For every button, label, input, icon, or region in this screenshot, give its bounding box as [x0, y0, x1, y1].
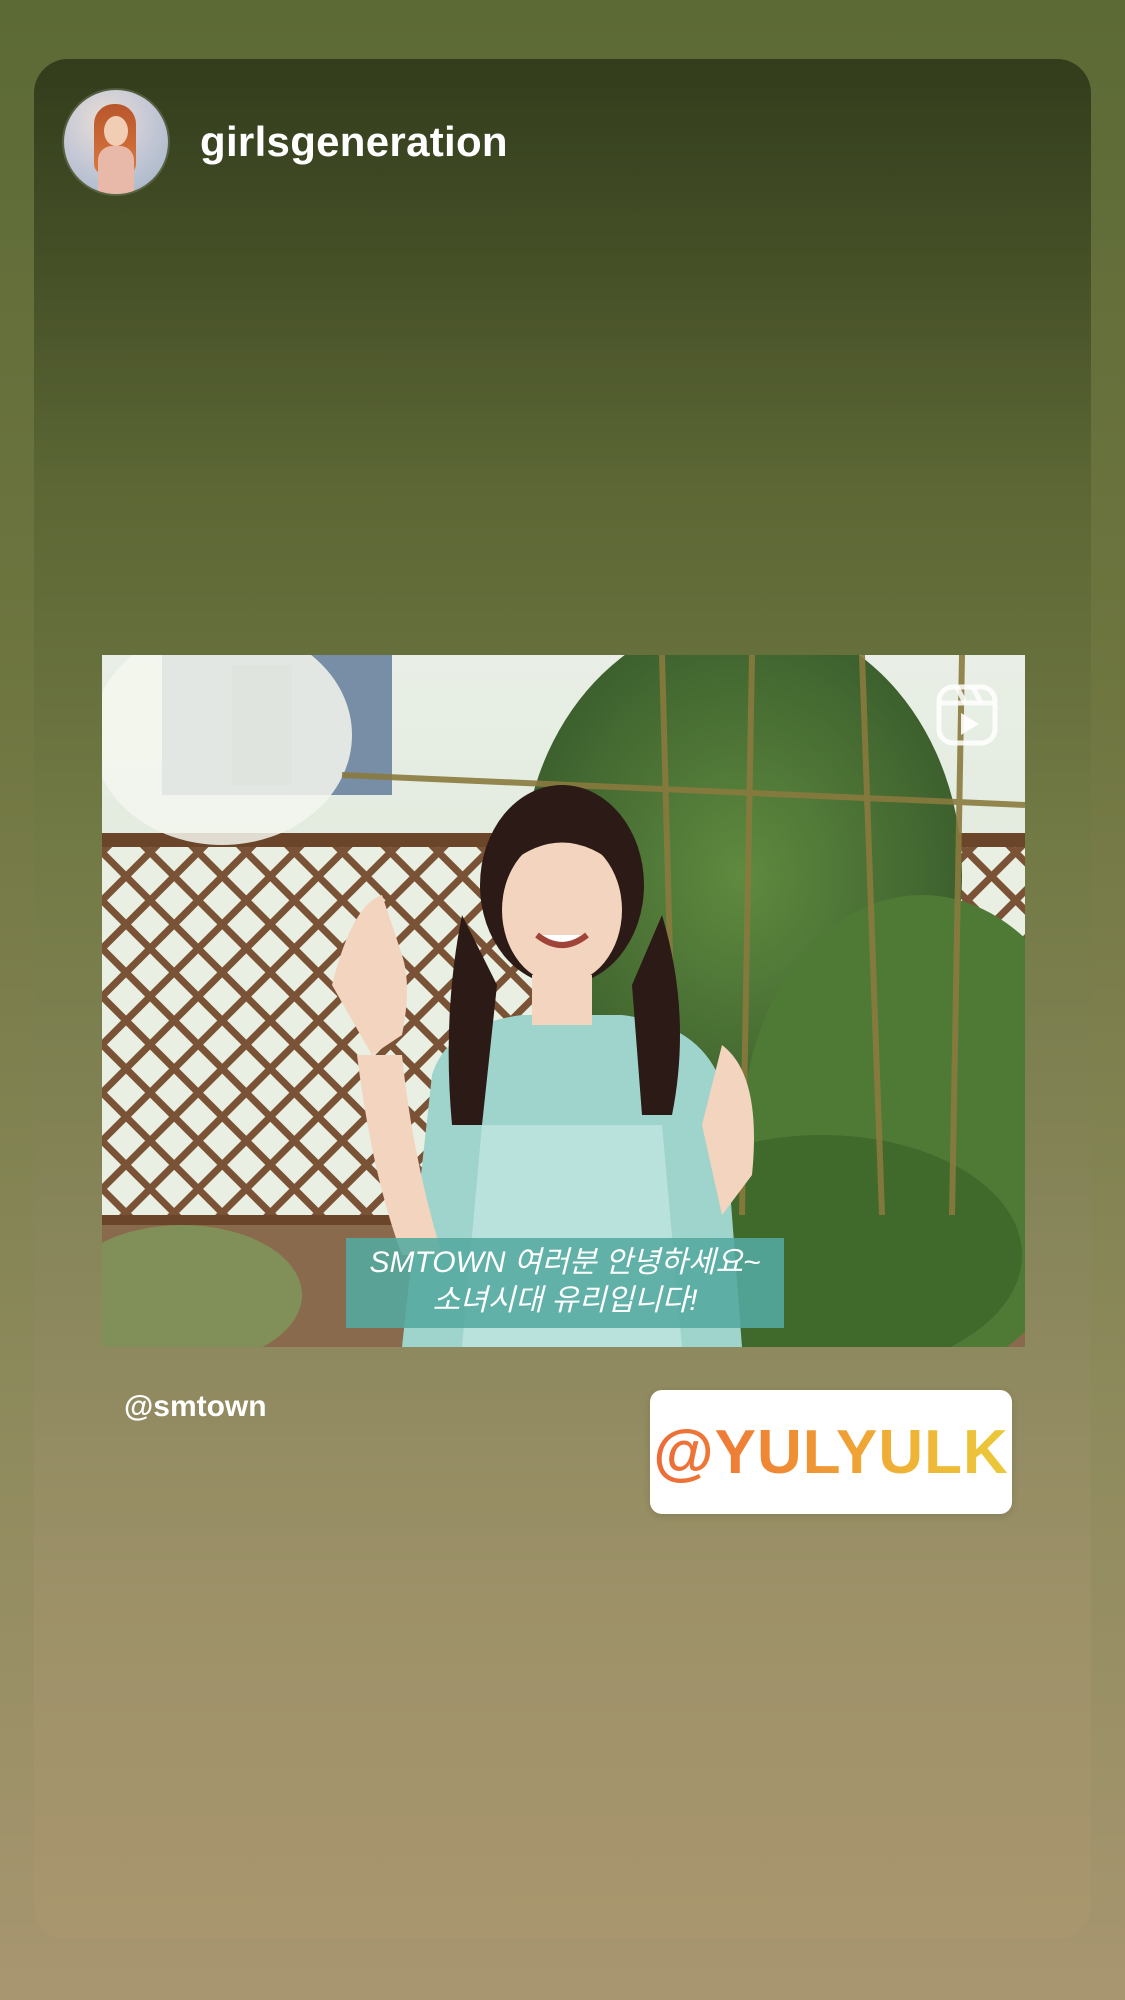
- video-subtitle: SMTOWN 여러분 안녕하세요~ 소녀시대 유리입니다!: [346, 1238, 784, 1328]
- username-link[interactable]: girlsgeneration: [200, 118, 508, 166]
- reels-play-icon: [935, 683, 999, 747]
- profile-avatar[interactable]: [64, 90, 168, 194]
- shared-video-post[interactable]: SMTOWN 여러분 안녕하세요~ 소녀시대 유리입니다!: [102, 655, 1025, 1347]
- subtitle-line-1: SMTOWN 여러분 안녕하세요~: [369, 1246, 761, 1279]
- mention-smtown[interactable]: @smtown: [124, 1390, 267, 1424]
- story-card[interactable]: girlsgeneration SMTOWN 여러분 안녕하세요~ 소녀시대 유…: [34, 59, 1091, 1939]
- mention-sticker[interactable]: @YULYULK: [650, 1390, 1012, 1514]
- avatar-face: [104, 116, 128, 146]
- avatar-dress: [98, 146, 134, 194]
- subtitle-line-2: 소녀시대 유리입니다!: [432, 1284, 698, 1317]
- story-header: girlsgeneration: [64, 89, 508, 195]
- mention-sticker-text: @YULYULK: [653, 1417, 1009, 1487]
